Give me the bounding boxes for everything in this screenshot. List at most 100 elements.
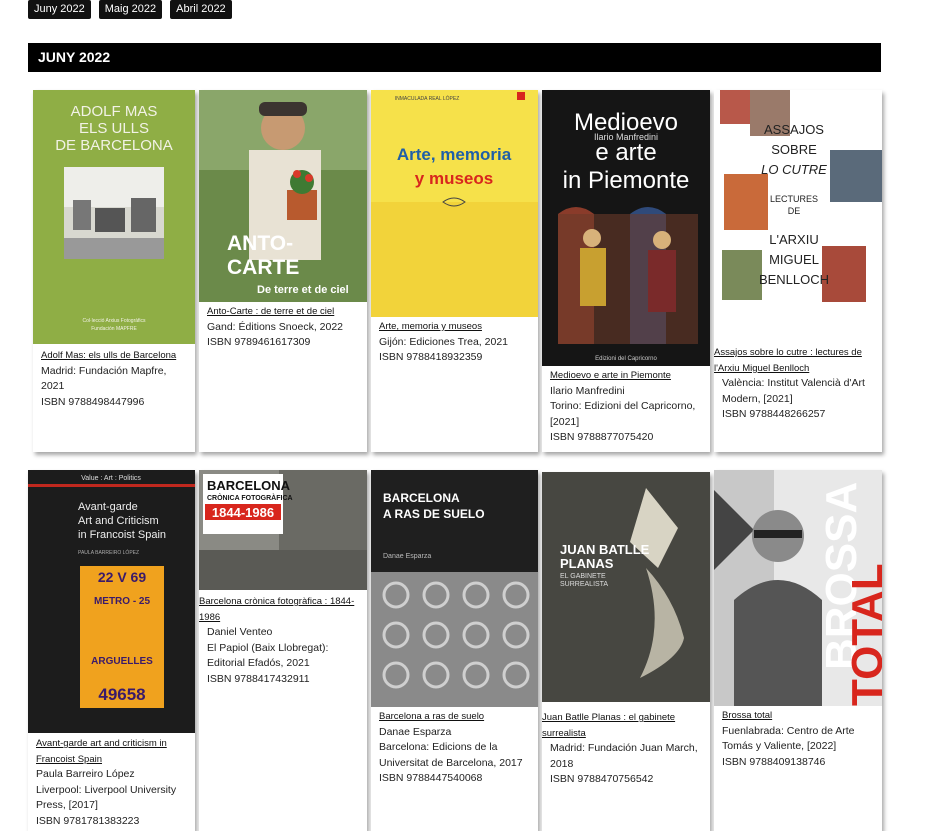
- svg-text:JUAN BATLLE: JUAN BATLLE: [560, 542, 650, 557]
- svg-text:BARCELONA: BARCELONA: [383, 491, 460, 505]
- book-title-link[interactable]: Avant-garde art and criticism in Francoi…: [36, 736, 189, 767]
- book-isbn: ISBN 9781781383223: [36, 814, 140, 827]
- svg-text:Danae Esparza: Danae Esparza: [383, 553, 431, 560]
- book-title-link[interactable]: Anto-Carte : de terre et de ciel: [207, 304, 361, 320]
- svg-text:A RAS DE SUELO: A RAS DE SUELO: [383, 507, 485, 521]
- book-card: INMACULADA REAL LÓPEZ Arte, memoria y mu…: [371, 90, 538, 452]
- svg-text:Fundación MAPFRE: Fundación MAPFRE: [91, 326, 137, 332]
- book-isbn: ISBN 9788448266257: [722, 408, 826, 420]
- svg-text:SOBRE: SOBRE: [771, 142, 817, 157]
- svg-text:TOTAL: TOTAL: [843, 563, 882, 706]
- tab-maig-2022[interactable]: Maig 2022: [98, 0, 163, 19]
- book-card: Ilario Manfredini Medioevo e arte in Pie…: [542, 90, 710, 452]
- book-isbn: ISBN 9788447540068: [379, 772, 483, 784]
- book-isbn: ISBN 9788498447996: [41, 395, 145, 408]
- svg-text:DE: DE: [788, 206, 801, 216]
- month-tabs: Juny 2022 Maig 2022 Abril 2022: [28, 0, 232, 19]
- book-publisher: Madrid: Fundación Mapfre, 2021: [41, 364, 167, 393]
- book-title-link[interactable]: Medioevo e arte in Piemonte: [550, 368, 704, 384]
- svg-text:PAULA BARREIRO LÓPEZ: PAULA BARREIRO LÓPEZ: [78, 549, 139, 556]
- book-cover[interactable]: BARCELONA A RAS DE SUELO Danae Esparza: [371, 470, 538, 707]
- svg-text:INMACULADA REAL LÓPEZ: INMACULADA REAL LÓPEZ: [395, 95, 460, 102]
- svg-text:Medioevo: Medioevo: [574, 109, 678, 136]
- book-isbn: ISBN 9788417432911: [207, 672, 310, 685]
- book-author: Paula Barreiro López: [36, 768, 135, 780]
- book-isbn: ISBN 9788418932359: [379, 351, 483, 363]
- book-cover[interactable]: ANTO- CARTE De terre et de ciel: [199, 90, 367, 302]
- book-cover[interactable]: JUAN BATLLE PLANAS EL GABINETE SURREALIS…: [542, 472, 710, 702]
- book-author: Ilario Manfredini: [550, 384, 625, 397]
- book-card: ANTO- CARTE De terre et de ciel Anto-Car…: [199, 90, 367, 452]
- svg-text:DE BARCELONA: DE BARCELONA: [55, 137, 173, 154]
- book-isbn: ISBN 9788470756542: [550, 773, 654, 785]
- svg-text:Value : Art : Politics: Value : Art : Politics: [81, 475, 141, 482]
- svg-text:ASSAJOS: ASSAJOS: [764, 122, 824, 137]
- svg-text:De terre et de ciel: De terre et de ciel: [257, 284, 349, 296]
- book-cover[interactable]: BARCELONA CRÒNICA FOTOGRÀFICA 1844-1986: [199, 470, 367, 590]
- svg-text:ADOLF MAS: ADOLF MAS: [71, 103, 158, 120]
- svg-text:L'ARXIU: L'ARXIU: [769, 232, 818, 247]
- book-publisher: Torino: Edizioni del Capricorno, [2021]: [550, 400, 696, 428]
- book-cover[interactable]: BROSSA TOTAL: [714, 470, 882, 706]
- book-title-link[interactable]: Juan Batlle Planas : el gabinete surreal…: [542, 710, 704, 741]
- book-cover[interactable]: ADOLF MAS ELS ULLS DE BARCELONA Col·lecc…: [33, 90, 195, 344]
- svg-text:MIGUEL: MIGUEL: [769, 252, 819, 267]
- svg-text:Avant-garde: Avant-garde: [78, 501, 138, 513]
- book-title-link[interactable]: Brossa total: [722, 708, 876, 724]
- book-publisher: Barcelona: Edicions de la Universitat de…: [379, 741, 523, 769]
- svg-text:Arte, memoria: Arte, memoria: [397, 145, 512, 164]
- book-card: ASSAJOS SOBRE LO CUTRE LECTURES DE L'ARX…: [714, 90, 882, 452]
- book-publisher: El Papiol (Baix Llobregat): Editorial Ef…: [207, 641, 329, 670]
- section-title: JUNY 2022: [28, 43, 881, 72]
- book-isbn: ISBN 9788409138746: [722, 755, 826, 768]
- book-publisher: València: Institut Valencià d'Art Modern…: [722, 377, 865, 405]
- book-title-link[interactable]: Adolf Mas: els ulls de Barcelona: [41, 348, 189, 364]
- svg-text:BENLLOCH: BENLLOCH: [759, 272, 829, 287]
- svg-text:LECTURES: LECTURES: [770, 194, 818, 204]
- book-cover[interactable]: ASSAJOS SOBRE LO CUTRE LECTURES DE L'ARX…: [714, 90, 882, 342]
- svg-text:1844-1986: 1844-1986: [212, 505, 274, 520]
- svg-text:in Piemonte: in Piemonte: [563, 167, 690, 194]
- book-publisher: Fuenlabrada: Centro de Arte Tomás y Vali…: [722, 724, 855, 753]
- svg-text:CARTE: CARTE: [227, 256, 299, 279]
- book-cover[interactable]: INMACULADA REAL LÓPEZ Arte, memoria y mu…: [371, 90, 538, 317]
- book-publisher: Madrid: Fundación Juan March, 2018: [550, 742, 698, 770]
- svg-text:LO CUTRE: LO CUTRE: [761, 162, 827, 177]
- book-title-link[interactable]: Assajos sobre lo cutre : lectures de l'A…: [714, 345, 876, 376]
- book-card: BROSSA TOTAL Brossa total Fuenlabrada: C…: [714, 470, 882, 831]
- book-author: Danae Esparza: [379, 725, 452, 738]
- svg-text:ANTO-: ANTO-: [227, 232, 293, 255]
- book-cover[interactable]: Ilario Manfredini Medioevo e arte in Pie…: [542, 90, 710, 366]
- tab-abril-2022[interactable]: Abril 2022: [170, 0, 232, 19]
- book-card: JUAN BATLLE PLANAS EL GABINETE SURREALIS…: [542, 472, 710, 831]
- book-isbn: ISBN 9788877075420: [550, 431, 654, 443]
- svg-text:y museos: y museos: [415, 169, 493, 188]
- svg-text:METRO - 25: METRO - 25: [94, 596, 151, 607]
- book-author: Daniel Venteo: [207, 626, 273, 638]
- book-card: Value : Art : Politics Avant-garde Art a…: [28, 470, 195, 831]
- svg-text:Art and Criticism: Art and Criticism: [78, 515, 159, 527]
- svg-text:SURREALISTA: SURREALISTA: [560, 581, 608, 588]
- svg-text:ARGUELLES: ARGUELLES: [91, 656, 153, 667]
- svg-text:ELS ULLS: ELS ULLS: [79, 120, 149, 137]
- book-title-link[interactable]: Barcelona a ras de suelo: [379, 709, 532, 725]
- book-publisher: Gand: Éditions Snoeck, 2022: [207, 320, 344, 333]
- book-title-link[interactable]: Barcelona crònica fotogràfica : 1844-198…: [199, 594, 361, 625]
- svg-text:BARCELONA: BARCELONA: [207, 478, 291, 493]
- book-card: ADOLF MAS ELS ULLS DE BARCELONA Col·lecc…: [33, 90, 195, 452]
- book-cover[interactable]: Value : Art : Politics Avant-garde Art a…: [28, 470, 195, 733]
- book-card: BARCELONA CRÒNICA FOTOGRÀFICA 1844-1986 …: [199, 470, 367, 831]
- svg-text:22 V 69: 22 V 69: [98, 569, 146, 585]
- svg-text:in Francoist Spain: in Francoist Spain: [78, 529, 166, 541]
- book-publisher: Gijón: Ediciones Trea, 2021: [379, 335, 508, 348]
- book-card: BARCELONA A RAS DE SUELO Danae Esparza B…: [371, 470, 538, 831]
- svg-text:CRÒNICA FOTOGRÀFICA: CRÒNICA FOTOGRÀFICA: [207, 493, 293, 502]
- svg-text:e arte: e arte: [595, 139, 656, 166]
- svg-text:Edizioni del Capricorno: Edizioni del Capricorno: [595, 356, 657, 362]
- svg-text:PLANAS: PLANAS: [560, 556, 614, 571]
- book-isbn: ISBN 9789461617309: [207, 336, 311, 348]
- svg-text:EL GABINETE: EL GABINETE: [560, 573, 606, 580]
- tab-juny-2022[interactable]: Juny 2022: [28, 0, 91, 19]
- book-title-link[interactable]: Arte, memoria y museos: [379, 319, 532, 335]
- svg-text:49658: 49658: [98, 685, 145, 704]
